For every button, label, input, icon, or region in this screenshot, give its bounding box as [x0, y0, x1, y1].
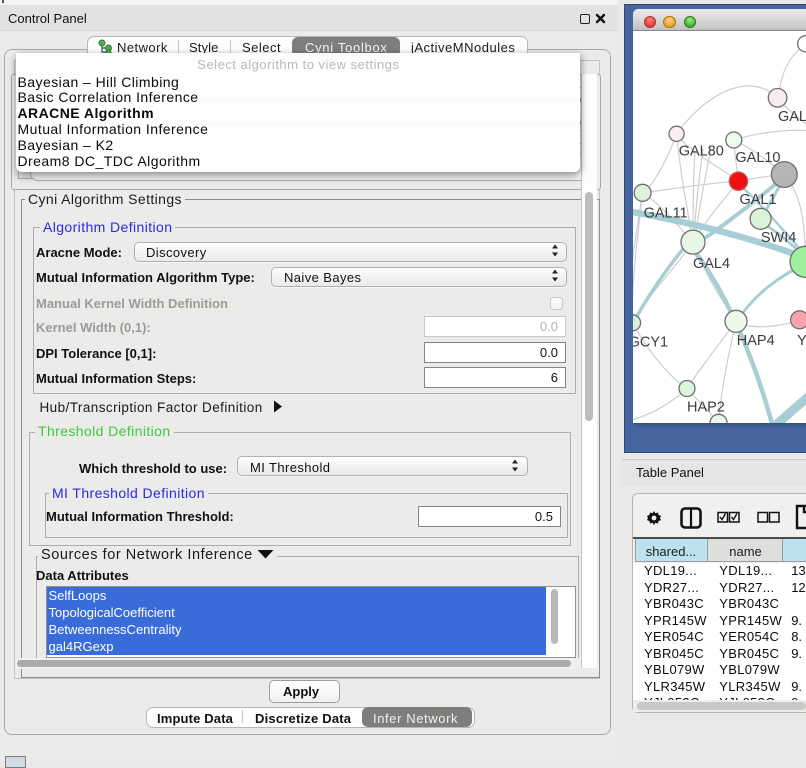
svg-text:GAL7: GAL7 [778, 109, 806, 125]
svg-text:SWI4: SWI4 [761, 230, 796, 246]
svg-text:GAL4: GAL4 [693, 256, 730, 272]
svg-text:GAL11: GAL11 [644, 205, 688, 221]
svg-text:GAL1: GAL1 [740, 192, 777, 208]
svg-text:GCY1: GCY1 [633, 334, 668, 350]
svg-text:HAP4: HAP4 [737, 333, 775, 349]
svg-text:HAP2: HAP2 [687, 399, 725, 415]
svg-text:GAL80: GAL80 [679, 143, 724, 159]
svg-text:Y: Y [797, 333, 805, 349]
svg-text:GAL10: GAL10 [736, 150, 781, 166]
